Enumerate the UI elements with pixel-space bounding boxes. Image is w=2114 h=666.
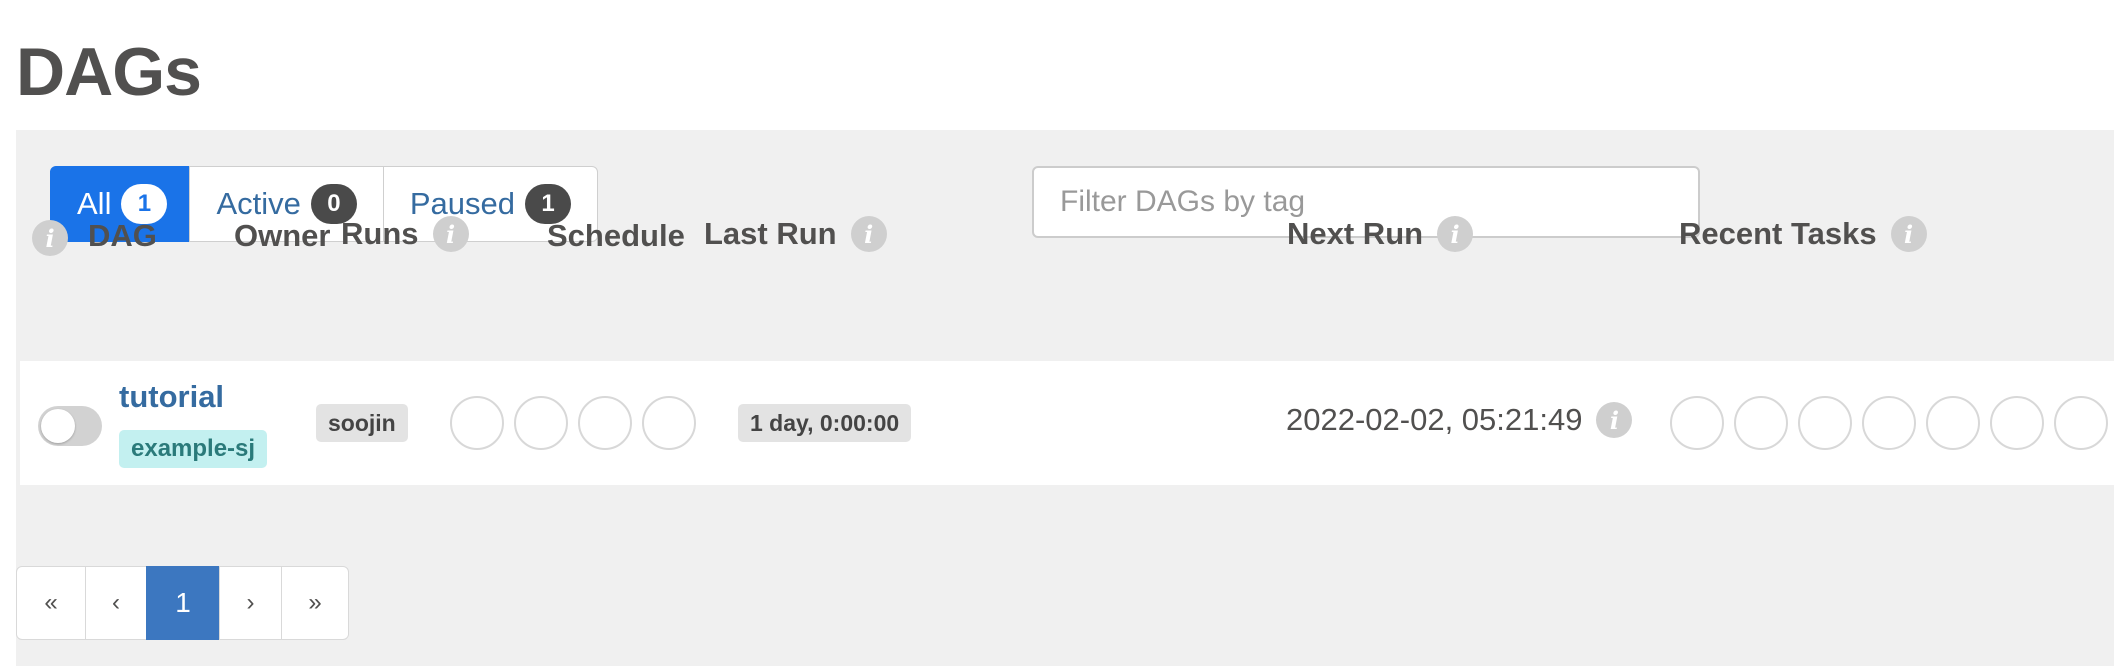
header-dag[interactable]: DAG (88, 218, 157, 254)
pause-toggle[interactable] (38, 406, 102, 446)
run-state-circle[interactable] (642, 396, 696, 450)
header-owner[interactable]: Owner (234, 218, 330, 254)
page-current-button[interactable]: 1 (146, 566, 220, 640)
info-icon[interactable]: i (1890, 216, 1927, 252)
next-run-value: 2022-02-02, 05:21:49 (1286, 402, 1583, 437)
info-icon[interactable]: i (1437, 216, 1474, 252)
header-runs-label: Runs (341, 216, 419, 251)
filter-all-label: All (77, 186, 112, 221)
header-recent-tasks: Recent Tasks i (1679, 216, 1927, 252)
task-state-circle[interactable] (2054, 396, 2108, 450)
header-runs: Runs i (341, 216, 469, 252)
toggle-knob (41, 409, 75, 443)
header-last-run-label: Last Run (704, 216, 837, 251)
page-last-button[interactable]: » (281, 566, 349, 640)
header-next-run-label: Next Run (1287, 216, 1424, 251)
next-run-cell: 2022-02-02, 05:21:49 i (1286, 402, 1633, 438)
task-state-circle[interactable] (1862, 396, 1916, 450)
schedule-label[interactable]: 1 day, 0:00:00 (738, 404, 912, 442)
task-state-circle[interactable] (1734, 396, 1788, 450)
page-title: DAGs (16, 34, 202, 110)
info-icon[interactable]: i (32, 220, 68, 256)
header-owner-label: Owner (234, 218, 331, 253)
page-first-button[interactable]: « (16, 566, 86, 640)
run-state-circle[interactable] (514, 396, 568, 450)
table-row: tutorial example-sj soojin 1 day, 0:00:0… (20, 361, 2114, 485)
task-state-circle[interactable] (1798, 396, 1852, 450)
pagination: « ‹ 1 › » (16, 566, 349, 642)
header-last-run: Last Run i (704, 216, 887, 252)
header-recent-tasks-label: Recent Tasks (1679, 216, 1877, 251)
info-icon[interactable]: i (432, 216, 469, 252)
task-state-circle[interactable] (1990, 396, 2044, 450)
header-dag-label: DAG (88, 218, 157, 253)
run-state-circle[interactable] (450, 396, 504, 450)
dag-id-link[interactable]: tutorial (119, 379, 224, 415)
task-state-circle[interactable] (1670, 396, 1724, 450)
header-schedule[interactable]: Schedule (547, 218, 685, 254)
page-next-button[interactable]: › (219, 566, 282, 640)
task-state-circle[interactable] (1926, 396, 1980, 450)
header-schedule-label: Schedule (547, 218, 685, 253)
owner-label: soojin (316, 404, 408, 442)
run-state-circle[interactable] (578, 396, 632, 450)
info-icon[interactable]: i (1596, 402, 1633, 438)
info-icon[interactable]: i (850, 216, 887, 252)
dag-tag[interactable]: example-sj (119, 430, 268, 468)
header-next-run: Next Run i (1287, 216, 1474, 252)
filter-active-label: Active (216, 186, 301, 221)
page-prev-button[interactable]: ‹ (85, 566, 147, 640)
